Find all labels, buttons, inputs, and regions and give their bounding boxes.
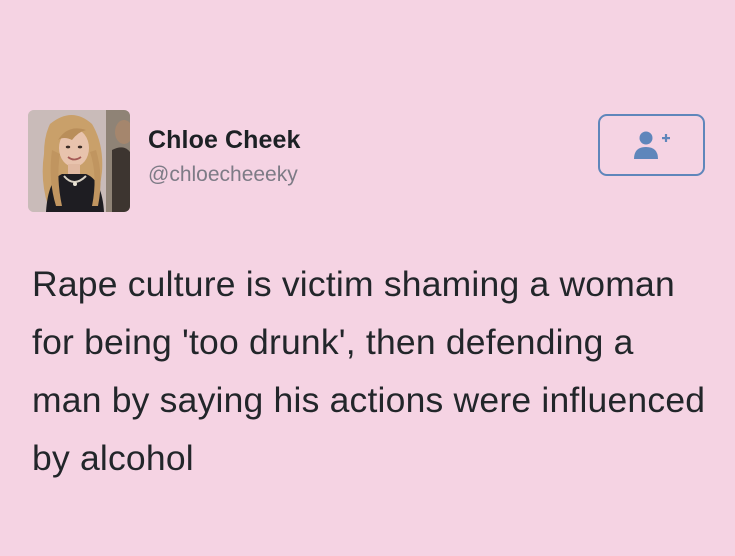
avatar[interactable]: [28, 110, 130, 212]
avatar-photo: [28, 110, 130, 212]
tweet-card: Chloe Cheek @chloecheeeky Rape culture i…: [0, 0, 735, 556]
user-handle[interactable]: @chloecheeeky: [148, 163, 298, 187]
tweet-text: Rape culture is victim shaming a woman f…: [32, 264, 706, 478]
follow-user-plus-icon: [633, 131, 670, 159]
display-name[interactable]: Chloe Cheek: [148, 126, 301, 155]
follow-button[interactable]: [598, 114, 705, 176]
